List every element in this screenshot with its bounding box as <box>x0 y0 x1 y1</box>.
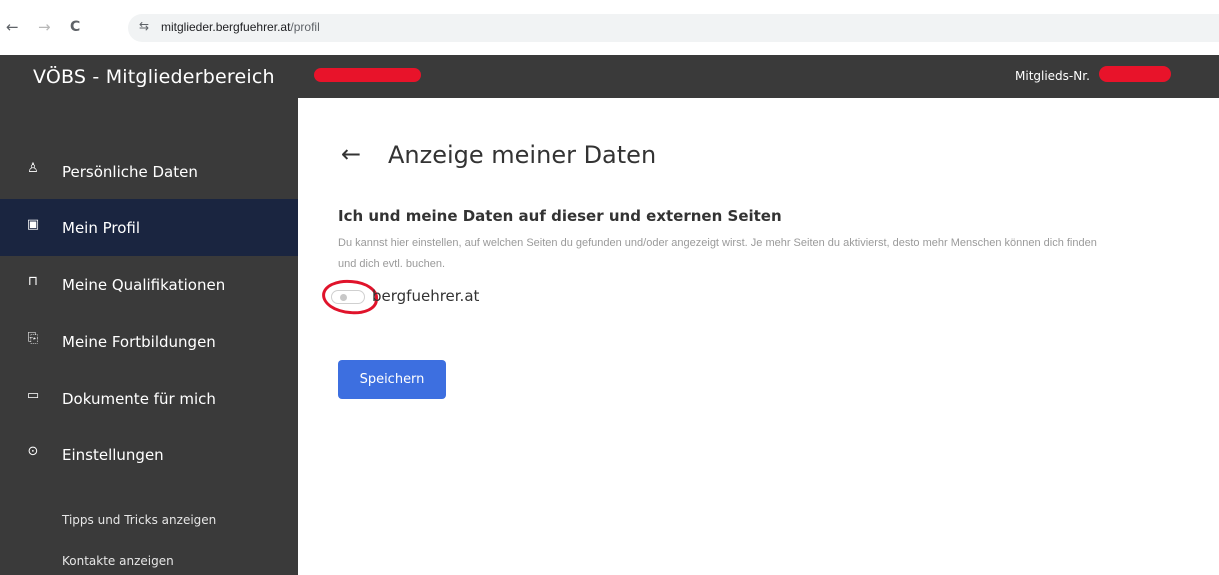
contacts-link[interactable]: Kontakte anzeigen <box>62 554 174 568</box>
url-domain: mitglieder.bergfuehrer.at <box>161 20 291 34</box>
toggle-site-label: bergfuehrer.at <box>372 287 480 305</box>
id-card-icon: ▣ <box>26 217 40 232</box>
person-icon: ♙ <box>27 161 39 176</box>
folder-icon: ▭ <box>26 388 40 403</box>
save-button[interactable]: Speichern <box>338 360 446 399</box>
redaction-mark <box>1099 66 1171 82</box>
annotation-circle <box>320 278 380 316</box>
page-title: Anzeige meiner Daten <box>388 141 657 169</box>
redaction-mark <box>314 68 421 82</box>
reload-icon[interactable]: C <box>70 17 80 37</box>
sidebar-item-label: Meine Qualifikationen <box>62 276 226 294</box>
app-title[interactable]: VÖBS - Mitgliederbereich <box>33 66 275 88</box>
section-title: Ich und meine Daten auf dieser und exter… <box>338 207 782 225</box>
file-arrow-icon: ⎘ <box>27 331 39 346</box>
bookmark-icon: ⊓ <box>27 274 39 289</box>
sidebar-item-meine-qualifikationen[interactable]: ⊓ Meine Qualifikationen <box>0 256 298 313</box>
sidebar-item-meine-fortbildungen[interactable]: ⎘ Meine Fortbildungen <box>0 313 298 370</box>
url-path: /profil <box>290 20 320 34</box>
tips-link[interactable]: Tipps und Tricks anzeigen <box>62 513 216 527</box>
url-text[interactable]: mitglieder.bergfuehrer.at/profil <box>161 20 320 34</box>
section-description: Du kannst hier einstellen, auf welchen S… <box>338 237 1097 270</box>
sidebar-item-persoenliche-daten[interactable]: ♙ Persönliche Daten <box>0 143 298 200</box>
sidebar-item-einstellungen[interactable]: ⊙ Einstellungen <box>0 426 298 483</box>
back-icon[interactable]: ← <box>6 17 19 37</box>
forward-icon[interactable]: → <box>38 17 51 37</box>
sidebar: ♙ Persönliche Daten ▣ Mein Profil ⊓ Mein… <box>0 98 298 575</box>
browser-toolbar: ← → C ⇆ mitglieder.bergfuehrer.at/profil <box>0 0 1219 55</box>
sidebar-item-dokumente[interactable]: ▭ Dokumente für mich <box>0 370 298 427</box>
sidebar-item-label: Persönliche Daten <box>62 163 198 181</box>
sidebar-item-label: Einstellungen <box>62 446 164 464</box>
site-settings-icon[interactable]: ⇆ <box>139 19 149 33</box>
back-arrow-icon[interactable]: ← <box>341 140 361 168</box>
sidebar-item-label: Dokumente für mich <box>62 390 216 408</box>
sidebar-item-label: Mein Profil <box>62 219 141 237</box>
sidebar-item-mein-profil[interactable]: ▣ Mein Profil <box>0 199 298 256</box>
sidebar-item-label: Meine Fortbildungen <box>62 333 216 351</box>
member-number-label: Mitglieds-Nr. <box>1015 69 1090 83</box>
gear-icon: ⊙ <box>27 444 39 459</box>
